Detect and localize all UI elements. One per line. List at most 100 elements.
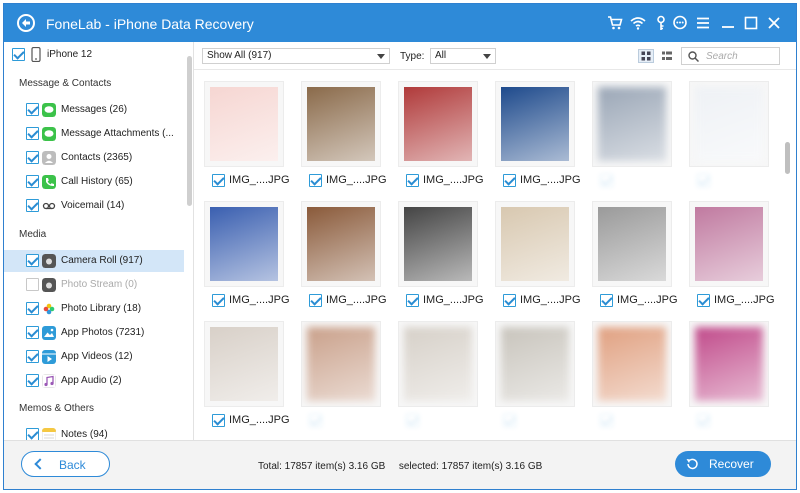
- thumbnail-checkbox[interactable]: [503, 174, 516, 187]
- call-history-checkbox[interactable]: [26, 175, 39, 188]
- close-icon[interactable]: [766, 15, 782, 31]
- thumbnail-image[interactable]: [495, 321, 575, 407]
- thumbnail-image[interactable]: [689, 201, 769, 287]
- thumbnail-image[interactable]: [495, 81, 575, 167]
- thumbnail-filename: IMG_....JPG: [326, 294, 387, 306]
- grid-view-icon[interactable]: [638, 49, 654, 63]
- thumbnail-image[interactable]: [689, 81, 769, 167]
- sidebar-item-app-photos[interactable]: App Photos (7231): [4, 322, 184, 344]
- chat-icon[interactable]: [672, 15, 688, 31]
- thumbnail-checkbox[interactable]: [697, 294, 710, 307]
- thumbnail-checkbox[interactable]: [600, 414, 613, 427]
- thumbnail-image[interactable]: [301, 201, 381, 287]
- sidebar-scrollbar[interactable]: [187, 56, 192, 206]
- thumbnail-image[interactable]: [398, 81, 478, 167]
- thumbnail-checkbox[interactable]: [212, 414, 225, 427]
- sidebar-item-app-videos[interactable]: App Videos (12): [4, 346, 184, 368]
- thumbnail-image[interactable]: [495, 201, 575, 287]
- search-box[interactable]: Search: [681, 47, 780, 65]
- thumbnail-image[interactable]: [204, 201, 284, 287]
- sidebar-item-call-history[interactable]: Call History (65): [4, 171, 184, 193]
- maximize-icon[interactable]: [743, 15, 759, 31]
- sidebar-item-camera-roll[interactable]: Camera Roll (917): [4, 250, 184, 272]
- app-photos-checkbox[interactable]: [26, 326, 39, 339]
- back-button[interactable]: Back: [21, 451, 110, 477]
- thumbnail-item[interactable]: IMG_....JPG: [592, 201, 678, 311]
- thumbnail-item[interactable]: [495, 321, 575, 431]
- thumbnail-checkbox[interactable]: [406, 294, 419, 307]
- chevron-down-icon: [483, 54, 491, 59]
- thumbnail-item[interactable]: IMG_....JPG: [301, 81, 387, 191]
- thumbnail-image[interactable]: [592, 201, 672, 287]
- thumbnail-image[interactable]: [398, 201, 478, 287]
- thumbnail-item[interactable]: IMG_....JPG: [398, 81, 484, 191]
- thumbnail-item[interactable]: [689, 321, 769, 431]
- recover-button[interactable]: Recover: [675, 451, 771, 477]
- sidebar-item-message-attachments[interactable]: Message Attachments (...: [4, 123, 184, 145]
- sidebar-item-voicemail[interactable]: Voicemail (14): [4, 195, 184, 217]
- camera-roll-checkbox[interactable]: [26, 254, 39, 267]
- thumbnail-item[interactable]: IMG_....JPG: [495, 201, 581, 311]
- thumbnail-checkbox[interactable]: [406, 414, 419, 427]
- notes-checkbox[interactable]: [26, 428, 39, 440]
- thumbnail-item[interactable]: IMG_....JPG: [204, 201, 290, 311]
- sidebar-item-app-audio[interactable]: App Audio (2): [4, 370, 184, 392]
- thumbnail-image[interactable]: [592, 321, 672, 407]
- thumbnail-checkbox[interactable]: [212, 294, 225, 307]
- thumbnail-item[interactable]: [689, 81, 769, 191]
- app-audio-checkbox[interactable]: [26, 374, 39, 387]
- thumbnail-checkbox[interactable]: [697, 174, 710, 187]
- thumbnail-checkbox[interactable]: [406, 174, 419, 187]
- grid-scroll-thumb[interactable]: [785, 142, 790, 174]
- contacts-checkbox[interactable]: [26, 151, 39, 164]
- sidebar-item-photo-stream[interactable]: Photo Stream (0): [4, 274, 184, 296]
- sidebar-item-notes[interactable]: Notes (94): [4, 424, 184, 440]
- photo-library-checkbox[interactable]: [26, 302, 39, 315]
- voicemail-checkbox[interactable]: [26, 199, 39, 212]
- thumbnail-item[interactable]: IMG_....JPG: [204, 321, 290, 431]
- thumbnail-checkbox[interactable]: [309, 174, 322, 187]
- type-select[interactable]: All: [430, 48, 496, 64]
- thumbnail-image[interactable]: [689, 321, 769, 407]
- minimize-icon[interactable]: [720, 15, 736, 31]
- thumbnail-checkbox[interactable]: [600, 294, 613, 307]
- thumbnail-checkbox[interactable]: [309, 414, 322, 427]
- thumbnail-checkbox[interactable]: [600, 174, 613, 187]
- thumbnail-item[interactable]: IMG_....JPG: [204, 81, 290, 191]
- messages-checkbox[interactable]: [26, 103, 39, 116]
- thumbnail-item[interactable]: IMG_....JPG: [689, 201, 775, 311]
- thumbnail-image[interactable]: [592, 81, 672, 167]
- thumbnail-checkbox[interactable]: [503, 414, 516, 427]
- thumbnail-image[interactable]: [301, 81, 381, 167]
- thumbnail-image[interactable]: [204, 321, 284, 407]
- thumbnail-item[interactable]: [398, 321, 478, 431]
- menu-icon[interactable]: [695, 15, 711, 31]
- device-checkbox[interactable]: [12, 48, 25, 61]
- wifi-icon[interactable]: [630, 15, 646, 31]
- thumbnail-image[interactable]: [301, 321, 381, 407]
- sidebar-item-contacts[interactable]: Contacts (2365): [4, 147, 184, 169]
- thumbnail-item[interactable]: IMG_....JPG: [398, 201, 484, 311]
- cart-icon[interactable]: [607, 15, 623, 31]
- thumbnail-item[interactable]: IMG_....JPG: [495, 81, 581, 191]
- attachments-checkbox[interactable]: [26, 127, 39, 140]
- show-filter-select[interactable]: Show All (917): [202, 48, 390, 64]
- thumbnail-checkbox[interactable]: [212, 174, 225, 187]
- thumbnail-image[interactable]: [204, 81, 284, 167]
- thumbnail-item[interactable]: IMG_....JPG: [301, 201, 387, 311]
- sidebar-item-messages[interactable]: Messages (26): [4, 99, 184, 121]
- thumbnail-image[interactable]: [398, 321, 478, 407]
- app-videos-checkbox[interactable]: [26, 350, 39, 363]
- list-view-icon[interactable]: [659, 49, 675, 63]
- photo-stream-checkbox[interactable]: [26, 278, 39, 291]
- chevron-left-icon: [34, 458, 46, 470]
- thumbnail-checkbox[interactable]: [697, 414, 710, 427]
- thumbnail-item[interactable]: [301, 321, 381, 431]
- key-icon[interactable]: [653, 15, 669, 31]
- thumbnail-item[interactable]: [592, 321, 672, 431]
- grid-scrollbar[interactable]: [783, 74, 793, 440]
- thumbnail-item[interactable]: [592, 81, 672, 191]
- thumbnail-checkbox[interactable]: [503, 294, 516, 307]
- thumbnail-checkbox[interactable]: [309, 294, 322, 307]
- sidebar-item-photo-library[interactable]: Photo Library (18): [4, 298, 184, 320]
